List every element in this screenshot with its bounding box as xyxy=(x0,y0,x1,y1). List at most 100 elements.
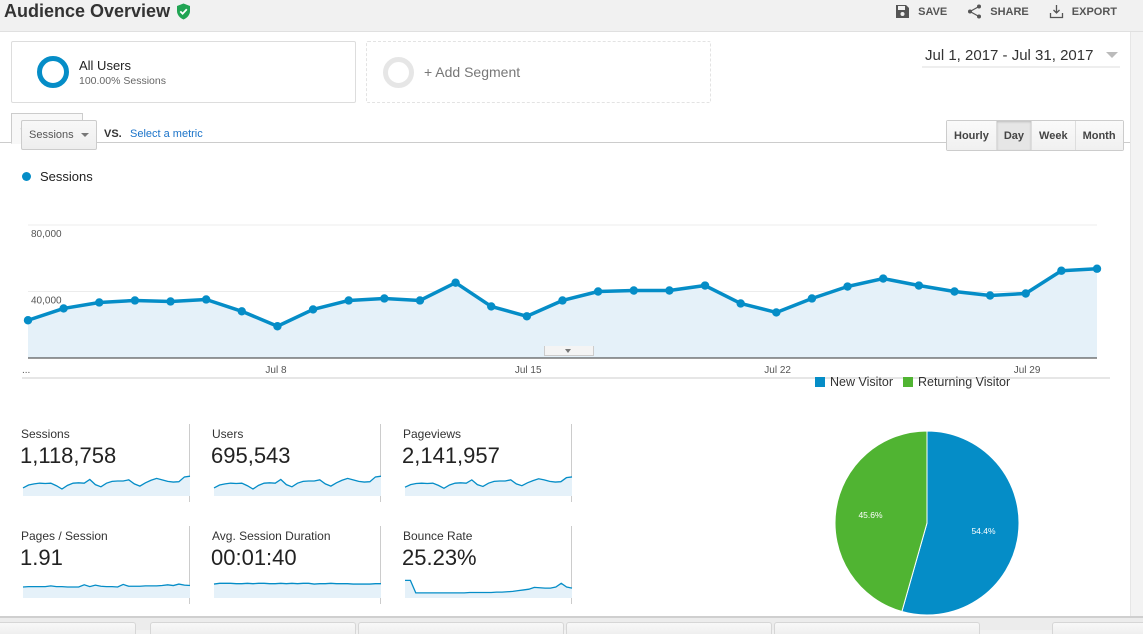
data-point xyxy=(736,299,745,308)
top-bar: Audience Overview SAVE SHARE EXPORT xyxy=(0,0,1143,32)
scorecard-value: 00:01:40 xyxy=(211,545,297,570)
visitor-pie-chart: 54.4% 45.6% xyxy=(834,430,1020,616)
y-tick-label: 80,000 xyxy=(31,229,62,240)
scorecard-value: 25.23% xyxy=(402,545,477,570)
sparkline-line xyxy=(213,582,381,585)
scorecard-value: 1.91 xyxy=(20,545,63,570)
share-icon xyxy=(968,4,982,19)
x-tick-label: ... xyxy=(22,365,30,376)
data-point xyxy=(237,307,246,316)
x-tick-label: Jul 8 xyxy=(265,365,287,376)
bottom-tab[interactable] xyxy=(0,622,136,634)
chart-collapse-toggle[interactable] xyxy=(544,346,594,356)
scorecard-label: Sessions xyxy=(21,427,70,441)
scorecard-label: Pageviews xyxy=(403,427,462,441)
export-button[interactable]: EXPORT xyxy=(1049,4,1117,19)
data-point xyxy=(593,287,603,296)
vertical-scrollbar[interactable] xyxy=(1130,32,1143,616)
chevron-down-icon xyxy=(81,133,89,137)
segment-all-users[interactable]: All Users 100.00% Sessions xyxy=(11,41,356,103)
legend-swatch-icon xyxy=(902,377,913,387)
data-point xyxy=(950,287,959,296)
bottom-tab[interactable] xyxy=(1052,622,1143,634)
pie-slice-label: 54.4% xyxy=(971,526,996,536)
sparkline-area xyxy=(23,476,190,496)
legend-swatch-icon xyxy=(815,377,825,387)
save-icon xyxy=(896,5,910,18)
segment-name: All Users xyxy=(79,57,132,73)
data-point xyxy=(700,281,710,290)
metric-dropdown[interactable]: Sessions xyxy=(21,120,97,150)
scorecard-label: Bounce Rate xyxy=(403,529,473,543)
data-point xyxy=(487,302,496,311)
data-point xyxy=(59,304,68,313)
page-title-text: Audience Overview xyxy=(4,1,171,21)
sparkline xyxy=(213,582,381,598)
data-point xyxy=(665,286,674,295)
granularity-day[interactable]: Day xyxy=(996,121,1033,150)
granularity-hourly[interactable]: Hourly xyxy=(947,121,997,150)
data-point xyxy=(629,286,638,295)
data-point xyxy=(1057,266,1066,275)
data-point xyxy=(23,316,33,325)
x-tick-label: Jul 15 xyxy=(515,365,542,376)
share-label: SHARE xyxy=(990,5,1029,18)
legend-label: Sessions xyxy=(40,169,93,184)
save-label: SAVE xyxy=(918,5,948,18)
pie-legend-label: Returning Visitor xyxy=(917,375,1011,389)
data-point xyxy=(166,297,175,306)
metric-dropdown-value: Sessions xyxy=(29,129,74,141)
pie-legend-returning-visitor[interactable]: Returning Visitor xyxy=(902,375,1011,389)
scorecard-value: 1,118,758 xyxy=(20,443,117,468)
sparkline xyxy=(404,476,573,496)
data-point xyxy=(1021,289,1030,298)
sparkline xyxy=(22,583,191,598)
scorecard-users[interactable]: Users 695,543 xyxy=(191,424,382,502)
granularity-week[interactable]: Week xyxy=(1032,121,1076,150)
chevron-down-icon xyxy=(565,349,571,353)
sparkline xyxy=(22,475,191,496)
data-point xyxy=(95,298,104,307)
select-metric-link[interactable]: Select a metric xyxy=(130,128,203,140)
chevron-down-icon xyxy=(1106,52,1118,58)
scorecard-pages-session[interactable]: Pages / Session 1.91 xyxy=(0,526,191,604)
pie-legend-new-visitor[interactable]: New Visitor xyxy=(815,375,893,389)
add-segment-button[interactable]: + Add Segment xyxy=(366,41,711,103)
scorecard-value: 695,543 xyxy=(211,443,291,468)
scorecard-label: Avg. Session Duration xyxy=(212,529,331,543)
sparkline-area xyxy=(405,580,572,598)
bottom-tab[interactable] xyxy=(566,622,772,634)
data-point xyxy=(1092,264,1102,273)
scorecard-bounce-rate[interactable]: Bounce Rate 25.23% xyxy=(382,526,573,604)
data-point xyxy=(380,294,389,303)
x-tick-label: Jul 22 xyxy=(764,365,791,376)
page-title: Audience Overview xyxy=(4,1,191,22)
segment-placeholder-ring-icon xyxy=(383,56,414,88)
data-point xyxy=(201,295,211,304)
data-point xyxy=(985,291,995,300)
bottom-tab[interactable] xyxy=(774,622,980,634)
pie-legend: New Visitor Returning Visitor xyxy=(815,375,1010,389)
sparkline xyxy=(405,579,573,598)
granularity-month[interactable]: Month xyxy=(1075,121,1123,150)
date-range-picker[interactable]: Jul 1, 2017 - Jul 31, 2017 xyxy=(922,44,1120,68)
sessions-area xyxy=(28,268,1097,358)
scorecard-sessions[interactable]: Sessions 1,118,758 xyxy=(0,424,191,502)
scorecard-avg-session-duration[interactable]: Avg. Session Duration 00:01:40 xyxy=(191,526,381,604)
data-point xyxy=(914,281,924,290)
data-point xyxy=(522,312,532,321)
sparkline xyxy=(213,475,382,496)
scorecard-pageviews[interactable]: Pageviews 2,141,957 xyxy=(382,424,573,502)
data-point xyxy=(308,305,318,314)
export-label: EXPORT xyxy=(1071,5,1117,18)
share-button[interactable]: SHARE xyxy=(967,4,1029,19)
sparkline-area xyxy=(214,583,381,598)
bottom-tab[interactable] xyxy=(150,622,356,634)
bottom-tab[interactable] xyxy=(358,622,564,634)
data-point xyxy=(130,296,140,305)
data-point xyxy=(451,278,460,287)
add-segment-label: + Add Segment xyxy=(424,64,521,80)
bottom-tab-strip xyxy=(0,616,1143,634)
save-button[interactable]: SAVE xyxy=(895,4,947,19)
sparkline-area xyxy=(214,476,381,496)
